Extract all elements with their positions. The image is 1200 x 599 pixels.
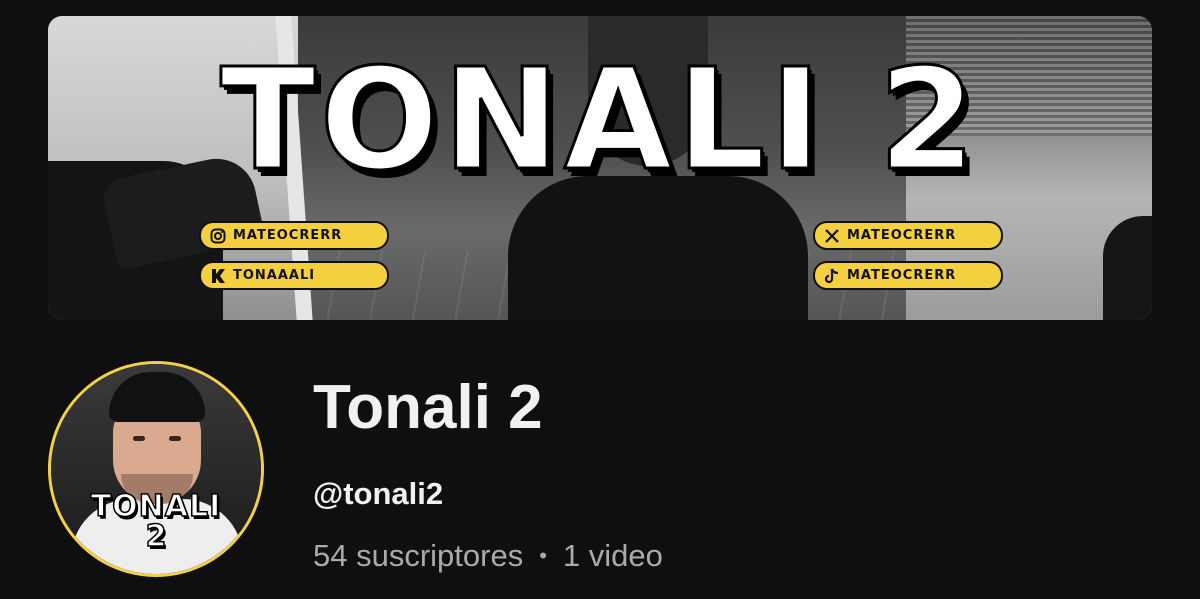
instagram-icon: [209, 227, 227, 245]
avatar-eye: [133, 436, 145, 441]
channel-banner[interactable]: TONALI 2 MATEOCRERR TONAAALI MATEOCRERR …: [48, 16, 1152, 320]
kick-link[interactable]: TONAAALI: [199, 261, 389, 290]
x-link[interactable]: MATEOCRERR: [813, 221, 1003, 250]
channel-handle: @tonali2: [313, 476, 444, 511]
avatar-overlay-text: TONALI 2: [51, 489, 261, 554]
x-handle: MATEOCRERR: [847, 228, 957, 243]
instagram-link[interactable]: MATEOCRERR: [199, 221, 389, 250]
banner-title: TONALI 2: [219, 39, 980, 202]
subscriber-count: 54 suscriptores: [313, 538, 524, 573]
channel-stats: 54 suscriptores • 1 video: [313, 535, 663, 577]
banner-right-figure: [1103, 216, 1152, 320]
avatar-text-line2: 2: [145, 519, 167, 554]
channel-name: Tonali 2: [313, 373, 543, 442]
x-icon: [823, 227, 841, 245]
channel-page: TONALI 2 MATEOCRERR TONAAALI MATEOCRERR …: [0, 0, 1200, 599]
stats-separator: •: [539, 543, 547, 568]
instagram-handle: MATEOCRERR: [233, 228, 343, 243]
kick-icon: [209, 267, 227, 285]
avatar-text-line1: TONALI: [90, 489, 222, 524]
avatar-eye: [169, 436, 181, 441]
video-count[interactable]: 1 video: [563, 535, 663, 577]
kick-handle: TONAAALI: [233, 268, 316, 283]
channel-avatar[interactable]: TONALI 2: [48, 361, 264, 577]
tiktok-link[interactable]: MATEOCRERR: [813, 261, 1003, 290]
tiktok-icon: [823, 267, 841, 285]
tiktok-handle: MATEOCRERR: [847, 268, 957, 283]
